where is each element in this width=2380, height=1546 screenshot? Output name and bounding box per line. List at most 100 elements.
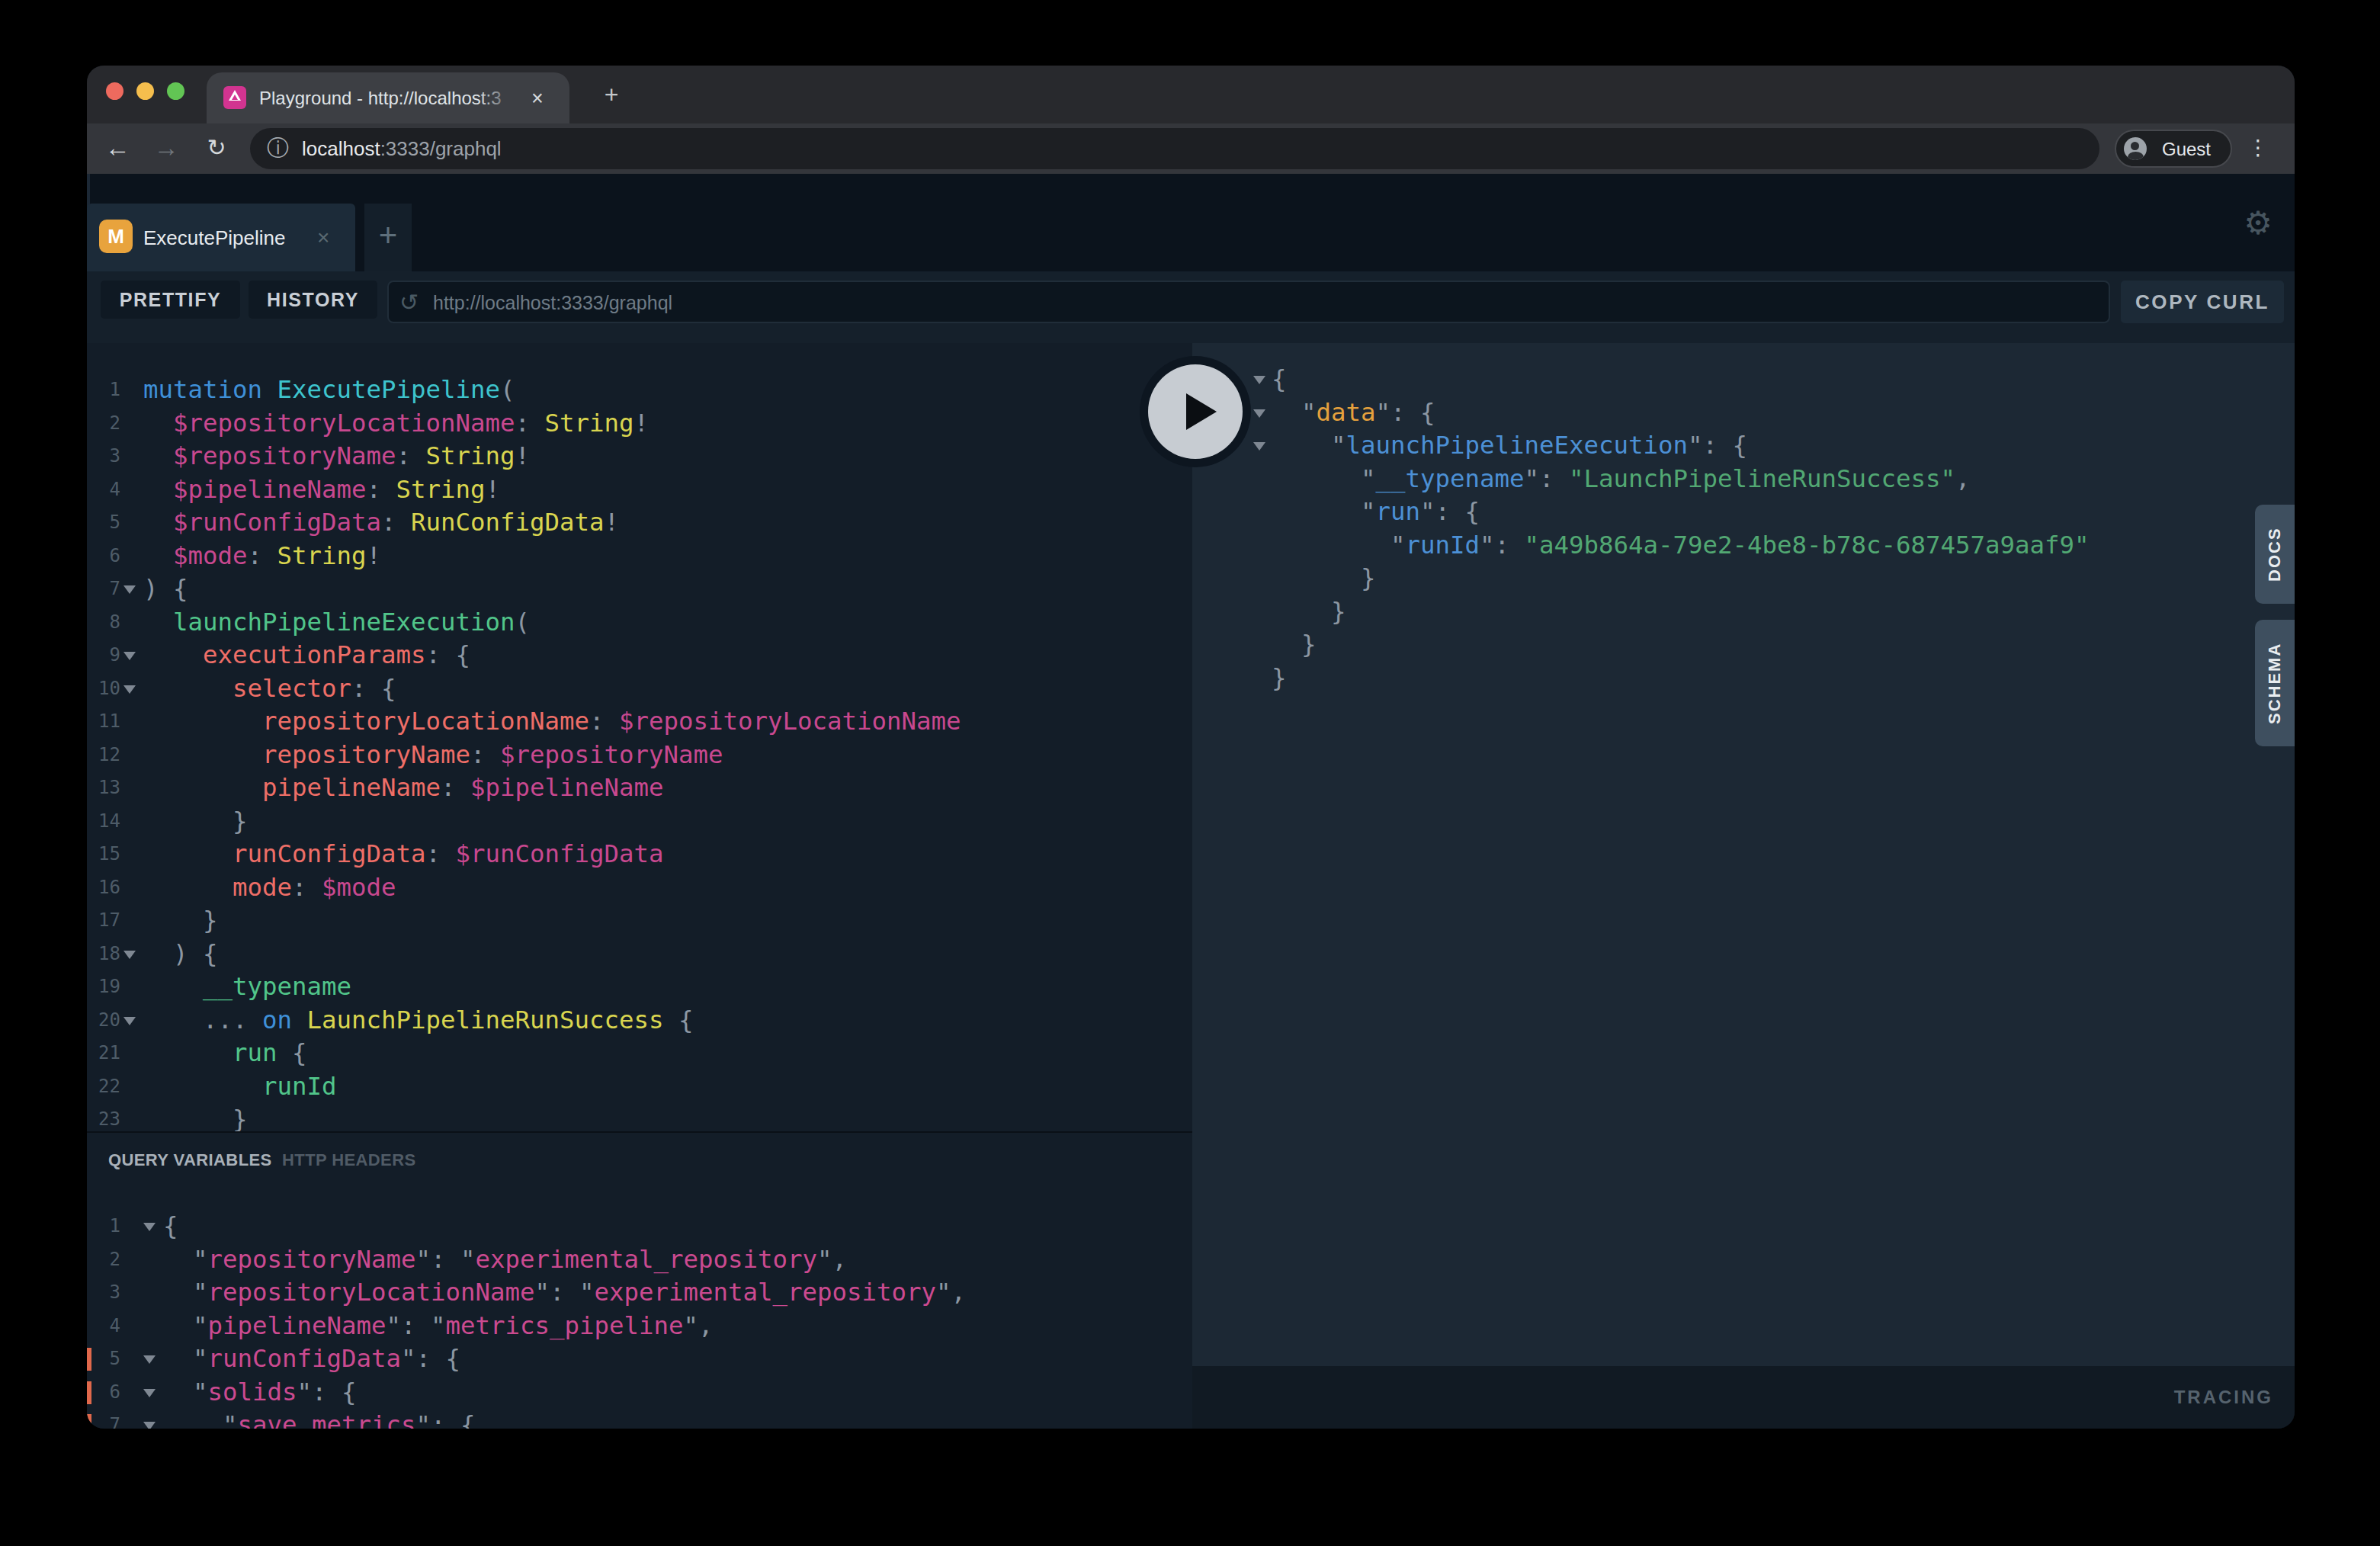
line-number: 3 [87, 1276, 120, 1310]
line-number: 4 [87, 1310, 120, 1343]
browser-tab[interactable]: Playground - http://localhost:3 × [207, 72, 569, 123]
line-number: 13 [87, 771, 120, 805]
code-line[interactable]: } [1192, 595, 2295, 629]
endpoint-input[interactable]: ↺ http://localhost:3333/graphql [387, 281, 2110, 323]
line-number: 22 [87, 1070, 120, 1104]
address-bar[interactable]: ⓘ localhost:3333/graphql [250, 128, 2099, 169]
code-line[interactable]: 9 executionParams: { [87, 639, 1192, 672]
code-line[interactable]: 10 selector: { [87, 672, 1192, 706]
code-line[interactable]: } [1192, 562, 2295, 595]
code-line[interactable]: 3 "repositoryLocationName": "experimenta… [87, 1276, 1192, 1310]
execute-button[interactable] [1140, 356, 1251, 467]
back-icon[interactable]: ← [98, 123, 137, 174]
window-close-button[interactable] [106, 82, 123, 100]
copy-curl-button[interactable]: COPY CURL [2121, 281, 2284, 323]
line-number: 16 [87, 871, 120, 905]
line-number: 8 [87, 606, 120, 640]
code-line[interactable]: 2 "repositoryName": "experimental_reposi… [87, 1243, 1192, 1277]
tab-close-icon[interactable]: × [531, 72, 544, 123]
code-line[interactable]: "__typename": "LaunchPipelineRunSuccess"… [1192, 463, 2295, 496]
code-line[interactable]: 8 launchPipelineExecution( [87, 606, 1192, 640]
query-editor[interactable]: 1mutation ExecutePipeline(2 $repositoryL… [87, 343, 1192, 1131]
code-line[interactable]: 13 pipelineName: $pipelineName [87, 771, 1192, 805]
code-line[interactable]: 12 repositoryName: $repositoryName [87, 739, 1192, 772]
prettify-button[interactable]: PRETTIFY [101, 281, 240, 319]
code-line[interactable]: 6 $mode: String! [87, 540, 1192, 573]
fold-arrow-icon[interactable] [123, 652, 136, 660]
code-line[interactable]: 5 "runConfigData": { [87, 1342, 1192, 1376]
code-line[interactable]: 1mutation ExecutePipeline( [87, 374, 1192, 407]
profile-button[interactable]: Guest [2115, 130, 2232, 168]
window-zoom-button[interactable] [167, 82, 184, 100]
fold-arrow-icon[interactable] [143, 1422, 156, 1429]
browser-menu-icon[interactable]: ⋮ [2240, 123, 2276, 174]
fold-arrow-icon[interactable] [123, 685, 136, 694]
tab-query-variables[interactable]: QUERY VARIABLES [108, 1150, 272, 1170]
settings-gear-icon[interactable]: ⚙ [2231, 174, 2285, 271]
code-line[interactable]: 21 run { [87, 1037, 1192, 1070]
line-number: 20 [87, 1004, 120, 1038]
fold-arrow-icon[interactable] [1253, 409, 1265, 418]
fold-arrow-icon[interactable] [143, 1355, 156, 1364]
browser-window: Playground - http://localhost:3 × + ← → … [87, 66, 2295, 1429]
variables-pane[interactable]: QUERY VARIABLES HTTP HEADERS 1{2 "reposi… [87, 1131, 1192, 1429]
code-line[interactable]: 23 } [87, 1103, 1192, 1131]
fold-arrow-icon[interactable] [143, 1223, 156, 1231]
session-tab-close-icon[interactable]: × [317, 204, 329, 271]
fold-arrow-icon[interactable] [123, 1017, 136, 1025]
code-line[interactable]: 11 repositoryLocationName: $repositoryLo… [87, 705, 1192, 739]
code-line[interactable]: 5 $runConfigData: RunConfigData! [87, 506, 1192, 540]
code-line[interactable]: } [1192, 628, 2295, 662]
code-line[interactable]: 3 $repositoryName: String! [87, 440, 1192, 473]
code-line[interactable]: "runId": "a49b864a-79e2-4be8-b78c-687457… [1192, 529, 2295, 563]
line-number: 1 [87, 374, 120, 407]
browser-toolbar: ← → ↻ ⓘ localhost:3333/graphql Guest ⋮ [87, 123, 2295, 174]
code-line[interactable]: 14 } [87, 805, 1192, 839]
tracing-bar[interactable]: TRACING [1192, 1366, 2295, 1429]
code-line[interactable]: "run": { [1192, 496, 2295, 529]
site-info-icon[interactable]: ⓘ [267, 128, 289, 169]
code-line[interactable]: 6 "solids": { [87, 1376, 1192, 1410]
code-line[interactable]: 7) { [87, 573, 1192, 606]
window-minimize-button[interactable] [136, 82, 154, 100]
code-line[interactable]: 2 $repositoryLocationName: String! [87, 407, 1192, 441]
endpoint-history-icon[interactable]: ↺ [399, 282, 419, 323]
schema-tab[interactable]: SCHEMA [2255, 620, 2295, 746]
code-line[interactable]: "data": { [1192, 396, 2295, 430]
code-line[interactable]: 7 "save_metrics": { [87, 1409, 1192, 1429]
response-pane[interactable]: { "data": { "launchPipelineExecution": {… [1192, 343, 2295, 1366]
code-line[interactable]: 18 ) { [87, 938, 1192, 971]
code-line[interactable]: 1{ [87, 1210, 1192, 1243]
line-number: 5 [87, 506, 120, 540]
new-tab-button[interactable]: + [589, 73, 634, 116]
code-line[interactable]: "launchPipelineExecution": { [1192, 429, 2295, 463]
profile-avatar-icon [2124, 137, 2147, 160]
fold-arrow-icon[interactable] [1253, 442, 1265, 451]
line-number: 2 [87, 1243, 120, 1277]
code-line[interactable]: 20 ... on LaunchPipelineRunSuccess { [87, 1004, 1192, 1038]
code-line[interactable]: } [1192, 662, 2295, 695]
fold-arrow-icon[interactable] [123, 585, 136, 594]
code-line[interactable]: 17 } [87, 904, 1192, 938]
code-line[interactable]: 4 "pipelineName": "metrics_pipeline", [87, 1310, 1192, 1343]
history-button[interactable]: HISTORY [249, 281, 377, 319]
line-number: 10 [87, 672, 120, 706]
code-line[interactable]: { [1192, 363, 2295, 396]
fold-arrow-icon[interactable] [1253, 376, 1265, 384]
code-line[interactable]: 19 __typename [87, 970, 1192, 1004]
session-tab[interactable]: M ExecutePipeline × [87, 204, 355, 271]
code-line[interactable]: 16 mode: $mode [87, 871, 1192, 905]
line-number: 6 [87, 1376, 120, 1410]
reload-icon[interactable]: ↻ [197, 123, 236, 174]
tracing-label: TRACING [2174, 1366, 2273, 1429]
line-number: 9 [87, 639, 120, 672]
code-line[interactable]: 15 runConfigData: $runConfigData [87, 838, 1192, 871]
fold-arrow-icon[interactable] [143, 1389, 156, 1397]
code-line[interactable]: 22 runId [87, 1070, 1192, 1104]
fold-arrow-icon[interactable] [123, 951, 136, 959]
docs-tab[interactable]: DOCS [2255, 505, 2295, 604]
code-line[interactable]: 4 $pipelineName: String! [87, 473, 1192, 507]
tab-http-headers[interactable]: HTTP HEADERS [282, 1150, 416, 1170]
forward-icon[interactable]: → [146, 123, 186, 174]
new-session-button[interactable]: + [364, 204, 412, 271]
